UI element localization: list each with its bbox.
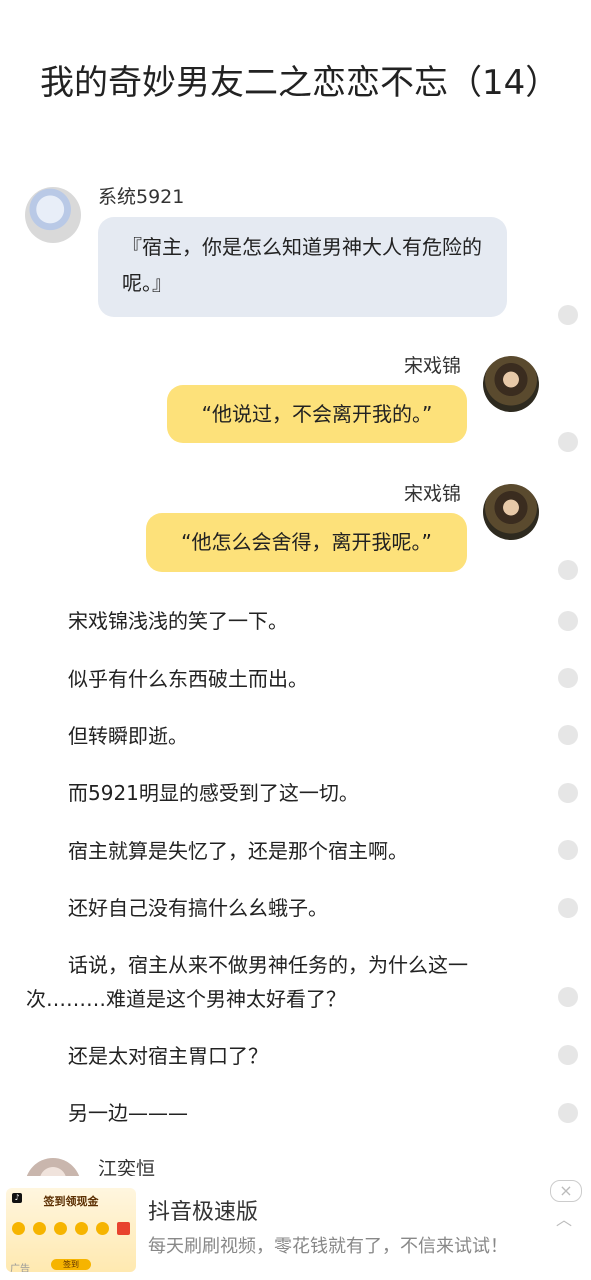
narrative-paragraph: 还好自己没有搞什么幺蛾子。: [68, 896, 328, 920]
narrative-paragraph: 还是太对宿主胃口了？: [68, 1044, 268, 1068]
close-icon[interactable]: ×: [550, 1180, 582, 1202]
comment-dot[interactable]: [558, 1103, 578, 1123]
message-bubble-song-1[interactable]: “他说过，不会离开我的。”: [167, 385, 467, 443]
chevron-up-icon[interactable]: ︿: [556, 1206, 572, 1230]
ad-thumb-heading: 签到领现金: [43, 1195, 99, 1208]
coin-icon: [54, 1222, 67, 1235]
coin-row: [12, 1222, 130, 1235]
narrative-paragraph: 宋戏锦浅浅的笑了一下。: [68, 609, 288, 633]
speaker-name-system: 系统5921: [98, 186, 185, 208]
ad-banner[interactable]: ♪ 签到领现金 签到 广告 抖音极速版 每天刷刷视频，零花钱就有了，不信来试试！…: [0, 1176, 591, 1280]
comment-dot[interactable]: [558, 668, 578, 688]
comment-dot[interactable]: [558, 432, 578, 452]
ad-tag: 广告: [10, 1264, 30, 1272]
song-avatar[interactable]: [483, 484, 539, 540]
ad-description[interactable]: 每天刷刷视频，零花钱就有了，不信来试试！: [148, 1232, 508, 1258]
narrative-paragraph: 宿主就算是失忆了，还是那个宿主啊。: [68, 839, 408, 863]
ad-title[interactable]: 抖音极速版: [148, 1194, 258, 1226]
comment-dot[interactable]: [558, 725, 578, 745]
comment-dot[interactable]: [558, 840, 578, 860]
narrative-paragraph: 话说，宿主从来不做男神任务的，为什么这一次………难道是这个男神太好看了？: [26, 953, 468, 1011]
speaker-name-song: 宋戏锦: [404, 355, 462, 377]
message-bubble-system[interactable]: 『宿主，你是怎么知道男神大人有危险的呢。』: [98, 217, 507, 317]
comment-dot[interactable]: [558, 305, 578, 325]
narrative-paragraph: 另一边———: [68, 1101, 188, 1125]
coin-icon: [33, 1222, 46, 1235]
gift-icon: [117, 1222, 130, 1235]
system-avatar[interactable]: [25, 187, 81, 243]
speaker-name-song: 宋戏锦: [404, 483, 462, 505]
message-bubble-song-2[interactable]: “他怎么会舍得，离开我呢。”: [146, 513, 467, 572]
ad-thumbnail[interactable]: ♪ 签到领现金 签到 广告: [6, 1188, 136, 1272]
narrative-paragraph: 但转瞬即逝。: [68, 724, 188, 748]
song-avatar[interactable]: [483, 356, 539, 412]
coin-icon: [75, 1222, 88, 1235]
ad-thumb-button[interactable]: 签到: [51, 1259, 91, 1270]
comment-dot[interactable]: [558, 611, 578, 631]
narrative-paragraph: 似乎有什么东西破土而出。: [68, 667, 308, 691]
comment-dot[interactable]: [558, 987, 578, 1007]
coin-icon: [96, 1222, 109, 1235]
story-title: 我的奇妙男友二之恋恋不忘（14）: [40, 63, 560, 103]
comment-dot[interactable]: [558, 783, 578, 803]
comment-dot[interactable]: [558, 1045, 578, 1065]
comment-dot[interactable]: [558, 898, 578, 918]
coin-icon: [12, 1222, 25, 1235]
comment-dot[interactable]: [558, 560, 578, 580]
narrative-paragraph: 而5921明显的感受到了这一切。: [68, 781, 359, 805]
